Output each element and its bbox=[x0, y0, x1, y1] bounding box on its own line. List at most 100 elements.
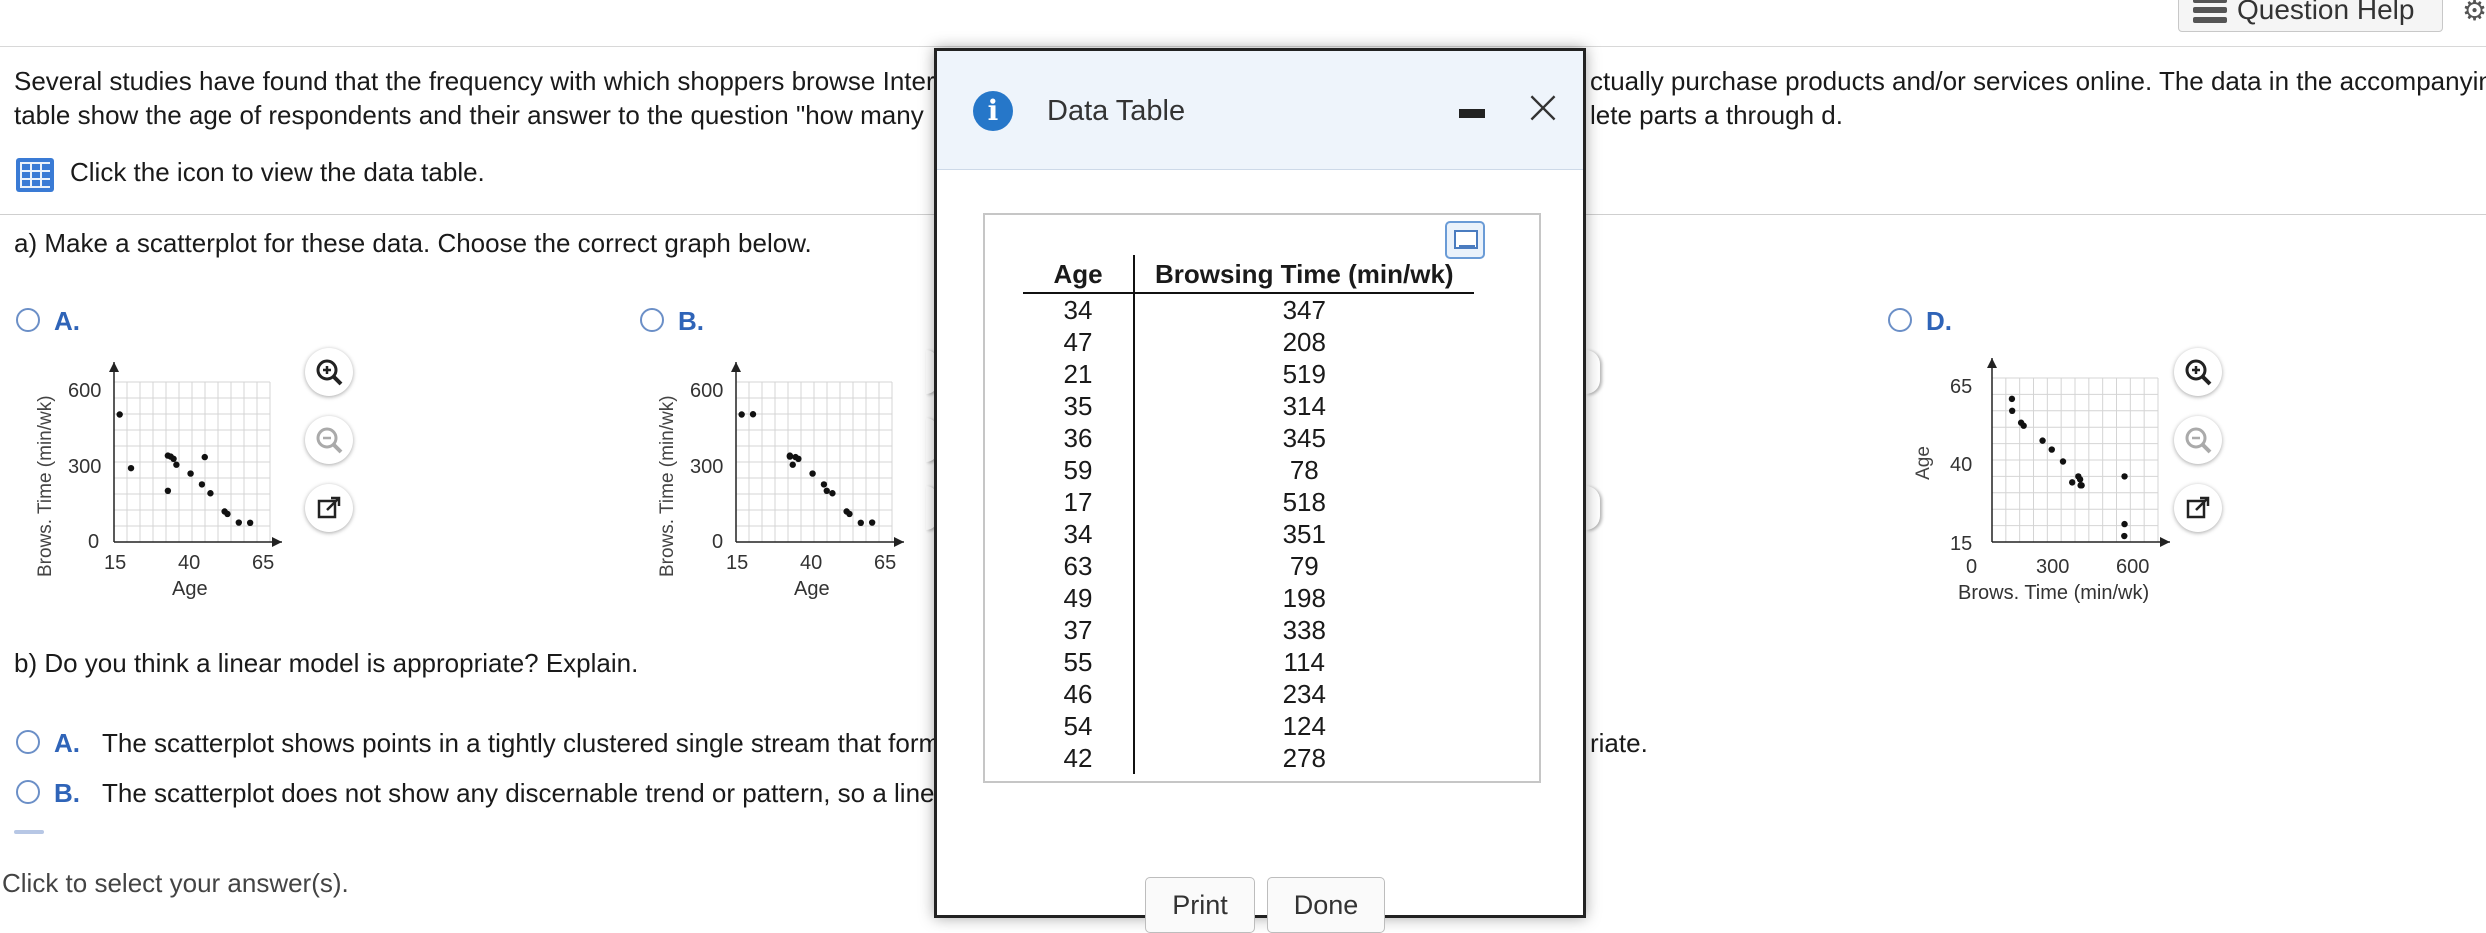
age-cell: 37 bbox=[1023, 614, 1135, 646]
column-header-browsing-time: Browsing Time (min/wk) bbox=[1134, 255, 1474, 294]
graph-d-xlabel: Brows. Time (min/wk) bbox=[1958, 582, 2150, 604]
age-cell: 49 bbox=[1023, 582, 1135, 614]
data-point bbox=[246, 519, 254, 526]
browsing-time-cell: 198 bbox=[1282, 582, 1326, 613]
graph-a-scatterplot bbox=[109, 362, 282, 547]
data-point bbox=[846, 510, 853, 518]
x-axis-arrow bbox=[2160, 537, 2170, 547]
list-icon bbox=[2193, 0, 2227, 23]
answer-a-radio[interactable] bbox=[16, 730, 40, 754]
click-icon-instruction: Click the icon to view the data table. bbox=[70, 157, 485, 187]
close-icon[interactable]: × bbox=[1519, 83, 1567, 133]
table-row: 37 338 bbox=[1023, 614, 1474, 646]
x-axis-arrow bbox=[894, 537, 904, 547]
question-intro-right: ctually purchase products and/or service… bbox=[1590, 66, 2486, 130]
browsing-time-cell: 347 bbox=[1282, 294, 1326, 325]
open-new-window-icon[interactable] bbox=[2174, 484, 2222, 532]
data-point bbox=[829, 490, 836, 497]
answer-b-text: The scatterplot does not show any discer… bbox=[102, 778, 935, 808]
done-button[interactable]: Done bbox=[1267, 877, 1385, 933]
browsing-time-cell: 79 bbox=[1289, 550, 1319, 581]
graph-d-ytick-15: 15 bbox=[1950, 533, 1973, 555]
table-row: 55 114 bbox=[1023, 646, 1474, 678]
minimize-button[interactable] bbox=[1457, 101, 1487, 127]
graph-a-ylabel: Brows. Time (min/wk) bbox=[35, 395, 56, 577]
info-icon: i bbox=[973, 91, 1013, 131]
table-row: 46 234 bbox=[1023, 678, 1474, 710]
option-c-zoom-edge bbox=[1586, 486, 1600, 530]
age-cell: 47 bbox=[1023, 326, 1135, 358]
data-point bbox=[786, 452, 794, 459]
zoom-out-icon[interactable] bbox=[305, 416, 353, 464]
graph-a-xlabel: Age bbox=[172, 578, 208, 600]
age-cell: 59 bbox=[1023, 454, 1135, 486]
question-intro-left: Several studies have found that the freq… bbox=[14, 66, 935, 130]
hidden-option-edge bbox=[14, 830, 44, 834]
data-table-dialog: i Data Table × Age Browsing Time (min/wk… bbox=[934, 48, 1586, 933]
age-cell: 46 bbox=[1023, 678, 1135, 710]
age-cell: 42 bbox=[1023, 742, 1135, 774]
age-cell: 34 bbox=[1023, 293, 1135, 326]
option-b-radio[interactable] bbox=[640, 308, 664, 332]
data-point bbox=[173, 461, 180, 468]
table-row: 21 519 bbox=[1023, 358, 1474, 390]
zoom-in-icon[interactable] bbox=[2174, 348, 2222, 396]
browsing-time-cell: 78 bbox=[1289, 454, 1319, 485]
age-cell: 21 bbox=[1023, 358, 1135, 390]
gear-icon[interactable]: ⚙ bbox=[2462, 0, 2486, 26]
data-point bbox=[2121, 473, 2128, 480]
copy-table-icon[interactable] bbox=[1445, 221, 1485, 259]
data-point bbox=[2068, 479, 2076, 486]
browsing-time-cell: 314 bbox=[1282, 390, 1326, 421]
browsing-time-cell: 519 bbox=[1282, 358, 1326, 389]
answer-a-text-end: riate. bbox=[1590, 728, 1648, 758]
y-axis-arrow bbox=[731, 362, 741, 372]
option-d-radio[interactable] bbox=[1888, 308, 1912, 332]
question-help-label: Question Help bbox=[2237, 0, 2415, 25]
part-b-prompt: b) Do you think a linear model is approp… bbox=[14, 648, 639, 678]
data-table: Age Browsing Time (min/wk) 34 347 47 208 21 5… bbox=[1023, 255, 1474, 774]
zoom-out-icon[interactable] bbox=[2174, 416, 2222, 464]
data-point bbox=[868, 519, 876, 526]
data-point bbox=[224, 510, 231, 518]
question-help-button[interactable]: Question Help bbox=[2178, 0, 2443, 32]
dialog-title: Data Table bbox=[1047, 95, 1186, 127]
table-row: 63 79 bbox=[1023, 550, 1474, 582]
graph-b-scatterplot bbox=[731, 362, 904, 547]
data-point bbox=[2048, 446, 2055, 453]
data-point bbox=[789, 461, 796, 468]
option-d-label: D. bbox=[1926, 306, 1952, 336]
data-table-icon[interactable] bbox=[16, 158, 54, 192]
answer-a-label: A. bbox=[54, 728, 80, 758]
column-header-age: Age bbox=[1023, 255, 1135, 294]
option-b-label: B. bbox=[678, 306, 704, 336]
data-point bbox=[116, 411, 123, 418]
browsing-time-cell: 345 bbox=[1282, 422, 1326, 453]
data-point bbox=[198, 481, 206, 488]
footer-instruction: Click to select your answer(s). bbox=[2, 868, 349, 898]
browsing-time-cell: 518 bbox=[1282, 486, 1326, 517]
zoom-in-icon[interactable] bbox=[305, 348, 353, 396]
data-point bbox=[2008, 407, 2016, 414]
data-point bbox=[2008, 395, 2016, 403]
answer-a-text: The scatterplot shows points in a tightl… bbox=[102, 728, 941, 758]
open-new-window-icon[interactable] bbox=[305, 484, 353, 532]
table-row: 36 345 bbox=[1023, 422, 1474, 454]
age-cell: 17 bbox=[1023, 486, 1135, 518]
table-row: 47 208 bbox=[1023, 326, 1474, 358]
table-row: 54 124 bbox=[1023, 710, 1474, 742]
part-a-prompt: a) Make a scatterplot for these data. Ch… bbox=[14, 228, 812, 258]
table-row: 49 198 bbox=[1023, 582, 1474, 614]
answer-b-radio[interactable] bbox=[16, 780, 40, 804]
browsing-time-cell: 338 bbox=[1282, 614, 1326, 645]
graph-d-ytick-65: 65 bbox=[1950, 376, 1973, 398]
table-row: 17 518 bbox=[1023, 486, 1474, 518]
table-row: 34 351 bbox=[1023, 518, 1474, 550]
age-cell: 63 bbox=[1023, 550, 1135, 582]
print-button[interactable]: Print bbox=[1145, 877, 1255, 933]
header-divider bbox=[0, 46, 2486, 47]
age-cell: 55 bbox=[1023, 646, 1135, 678]
data-point bbox=[235, 519, 242, 526]
data-point bbox=[2020, 422, 2027, 429]
option-a-radio[interactable] bbox=[16, 308, 40, 332]
